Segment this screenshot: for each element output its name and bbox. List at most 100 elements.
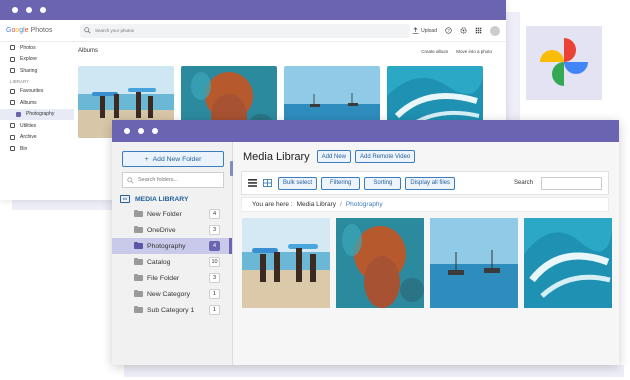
search-icon bbox=[127, 176, 134, 184]
folder-item-photography[interactable]: Photography 4 bbox=[112, 238, 232, 254]
folder-icon bbox=[134, 209, 143, 217]
page-title: Media Library bbox=[243, 150, 310, 163]
folder-count-badge: 1 bbox=[209, 305, 220, 315]
logo-suffix: Photos bbox=[30, 27, 53, 34]
sorting-button[interactable]: Sorting bbox=[364, 176, 402, 190]
google-photos-header: Google Photos Search your photos Upload … bbox=[0, 20, 506, 42]
apps-grid-icon[interactable] bbox=[475, 27, 482, 34]
svg-text:?: ? bbox=[447, 28, 450, 33]
photo-icon bbox=[10, 45, 15, 51]
media-item-wave[interactable] bbox=[524, 218, 612, 308]
folder-count-badge: 4 bbox=[209, 209, 220, 219]
folder-item-onedrive[interactable]: OneDrive 3 bbox=[112, 222, 232, 238]
bulk-select-button[interactable]: Bulk select bbox=[278, 176, 318, 190]
folder-search-field[interactable] bbox=[122, 172, 224, 188]
media-library-window: + Add New Folder ▭ MEDIA LIBRARY New Fol… bbox=[112, 120, 619, 365]
add-remote-video-button[interactable]: Add Remote Video bbox=[355, 150, 416, 163]
folder-item-new-category[interactable]: New Category 1 bbox=[112, 286, 232, 302]
folder-item-catalog[interactable]: Catalog 10 bbox=[112, 254, 232, 270]
google-photos-brand-card bbox=[526, 26, 602, 100]
search-icon bbox=[84, 27, 91, 34]
breadcrumb-separator: / bbox=[340, 201, 342, 208]
sidebar-item-photos[interactable]: Photos bbox=[0, 42, 74, 54]
media-item-underwater[interactable] bbox=[336, 218, 424, 308]
background-panel bbox=[506, 12, 520, 120]
folder-search-input[interactable] bbox=[138, 177, 218, 183]
list-view-icon[interactable] bbox=[248, 179, 257, 187]
albums-title: Albums bbox=[78, 48, 99, 54]
media-toolbar: Bulk select Filtering Sorting Display al… bbox=[241, 171, 609, 195]
search-placeholder: Search your photos bbox=[95, 28, 135, 33]
window-dot-icon[interactable] bbox=[26, 7, 32, 13]
settings-icon[interactable] bbox=[460, 27, 467, 34]
breadcrumb-prefix: You are here : bbox=[252, 201, 293, 208]
breadcrumb-current: Photography bbox=[345, 201, 383, 208]
media-library-heading[interactable]: ▭ MEDIA LIBRARY bbox=[120, 195, 189, 203]
plus-icon: + bbox=[144, 155, 149, 163]
folder-count-badge: 4 bbox=[209, 241, 220, 251]
photos-search-input[interactable]: Search your photos bbox=[80, 23, 410, 38]
google-photos-logo[interactable]: Google Photos bbox=[6, 27, 80, 34]
google-photos-pinwheel-icon bbox=[540, 38, 588, 86]
background-panel bbox=[124, 365, 624, 377]
move-photo-button[interactable]: Move into a photo bbox=[456, 49, 492, 54]
folder-count-badge: 10 bbox=[209, 257, 220, 267]
bin-icon bbox=[10, 146, 15, 152]
filtering-button[interactable]: Filtering bbox=[321, 176, 361, 190]
media-item-boats[interactable] bbox=[430, 218, 518, 308]
folder-count-badge: 1 bbox=[209, 289, 220, 299]
google-photos-sidebar: Photos Explore Sharing LIBRARY Favourite… bbox=[0, 42, 74, 155]
sharing-icon bbox=[10, 68, 15, 74]
sidebar-item-albums[interactable]: Albums bbox=[0, 97, 74, 109]
folder-icon bbox=[134, 289, 143, 297]
folder-icon bbox=[134, 257, 143, 265]
album-icon bbox=[10, 100, 15, 106]
folder-item-sub-category-1[interactable]: Sub Category 11 bbox=[112, 302, 232, 318]
breadcrumb: You are here : Media Library / Photograp… bbox=[241, 197, 609, 212]
folder-icon bbox=[134, 241, 143, 249]
add-new-folder-button[interactable]: + Add New Folder bbox=[122, 151, 224, 167]
avatar[interactable] bbox=[490, 25, 500, 36]
folder-count-badge: 3 bbox=[209, 225, 220, 235]
folder-item-file-folder[interactable]: File Folder 3 bbox=[112, 270, 232, 286]
upload-icon bbox=[412, 27, 419, 34]
window-titlebar bbox=[0, 0, 506, 20]
media-search-input[interactable] bbox=[541, 176, 602, 190]
sidebar-item-bin[interactable]: Bin bbox=[0, 143, 74, 155]
folder-sidebar: + Add New Folder ▭ MEDIA LIBRARY New Fol… bbox=[112, 142, 232, 365]
sidebar-item-archive[interactable]: Archive bbox=[0, 132, 74, 144]
media-library-main: Media Library Add New Add Remote Video B… bbox=[233, 142, 619, 365]
display-all-files-button[interactable]: Display all files bbox=[405, 176, 456, 190]
add-new-button[interactable]: Add New bbox=[316, 150, 351, 163]
window-dot-icon[interactable] bbox=[138, 128, 144, 134]
sidebar-item-explore[interactable]: Explore bbox=[0, 54, 74, 66]
window-titlebar bbox=[112, 120, 619, 142]
album-icon bbox=[16, 111, 21, 117]
window-dot-icon[interactable] bbox=[40, 7, 46, 13]
help-icon[interactable]: ? bbox=[445, 27, 452, 34]
folder-list: New Folder 4 OneDrive 3 Photography 4 Catal… bbox=[112, 206, 232, 318]
library-icon: ▭ bbox=[120, 195, 130, 203]
create-album-button[interactable]: Create album bbox=[421, 49, 448, 54]
sidebar-item-favourites[interactable]: Favourites bbox=[0, 86, 74, 98]
folder-icon bbox=[134, 225, 143, 233]
folder-count-badge: 3 bbox=[209, 273, 220, 283]
explore-icon bbox=[10, 56, 15, 62]
sidebar-item-sharing[interactable]: Sharing bbox=[0, 65, 74, 77]
archive-icon bbox=[10, 134, 15, 140]
search-label: Search bbox=[513, 180, 533, 186]
sidebar-item-utilities[interactable]: Utilities bbox=[0, 120, 74, 132]
media-item-surfers[interactable] bbox=[242, 218, 330, 308]
window-dot-icon[interactable] bbox=[124, 128, 130, 134]
library-section-label: LIBRARY bbox=[10, 78, 30, 84]
window-dot-icon[interactable] bbox=[152, 128, 158, 134]
folder-item-new-folder[interactable]: New Folder 4 bbox=[112, 206, 232, 222]
upload-button[interactable]: Upload bbox=[412, 27, 437, 34]
folder-icon bbox=[134, 305, 143, 313]
media-grid bbox=[242, 218, 612, 308]
utilities-icon bbox=[10, 123, 15, 129]
grid-view-icon[interactable] bbox=[263, 179, 272, 187]
window-dot-icon[interactable] bbox=[12, 7, 18, 13]
breadcrumb-root[interactable]: Media Library bbox=[297, 201, 336, 208]
sidebar-item-photography[interactable]: Photography bbox=[0, 108, 74, 120]
